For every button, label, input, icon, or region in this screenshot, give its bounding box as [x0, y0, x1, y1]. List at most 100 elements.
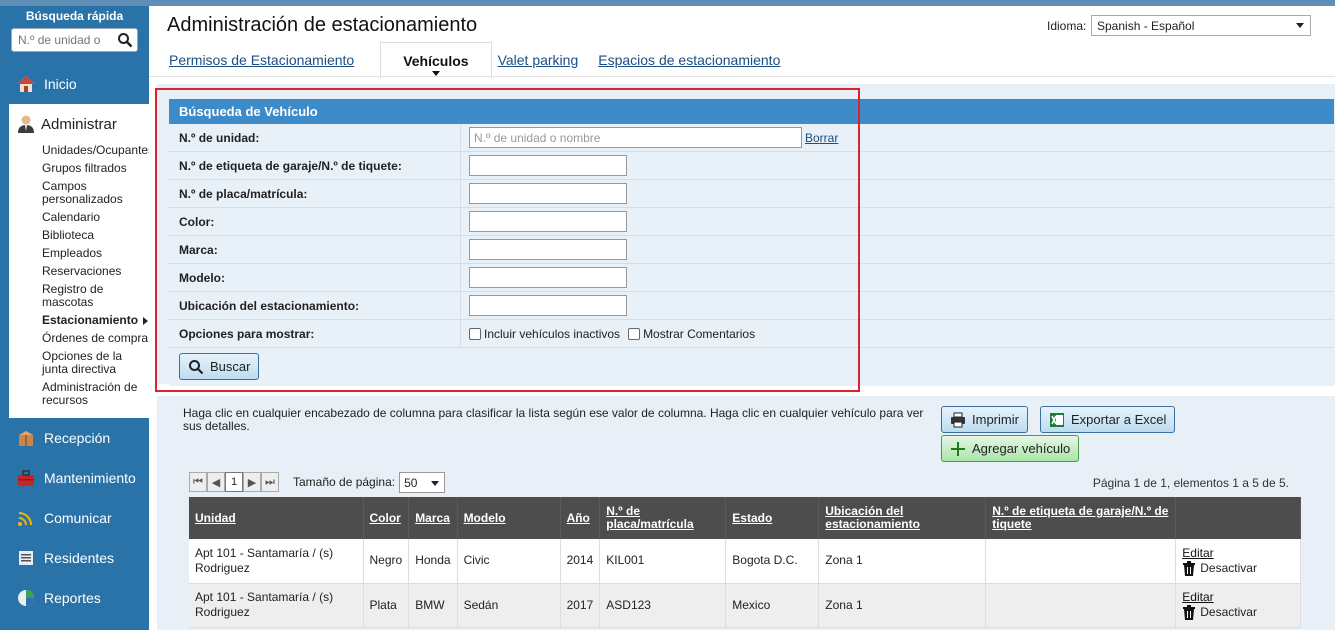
col-ubicacion[interactable]: Ubicación del estacionamiento	[818, 497, 987, 539]
tab-divider	[149, 76, 1335, 77]
page-size-select[interactable]: 50	[399, 471, 446, 493]
chevron-down-icon	[431, 480, 440, 486]
edit-link[interactable]: Editar	[1182, 546, 1294, 561]
vehicle-list-section: Haga clic en cualquier encabezado de col…	[157, 396, 1335, 630]
home-icon	[17, 76, 35, 92]
cell-actions: Editar Desactivar	[1175, 539, 1301, 584]
sidebar-item-estacionamiento[interactable]: Estacionamiento	[9, 314, 149, 327]
search-icon[interactable]	[117, 32, 133, 48]
nav-administrar[interactable]: Administrar	[9, 104, 149, 144]
language-value: Spanish - Español	[1097, 19, 1195, 33]
quick-search-title: Búsqueda rápida	[25, 9, 124, 23]
page-size-label: Tamaño de página:	[293, 475, 396, 489]
nav-reportes[interactable]: Reportes	[0, 578, 149, 618]
cell-unit: Apt 101 - Santamaría / (s) Rodriguez	[189, 583, 364, 628]
page-info: Página 1 de 1, elementos 1 a 5 de 5.	[1092, 476, 1289, 490]
trash-icon	[1183, 560, 1196, 576]
sidebar-item-recursos[interactable]: Administración de recursos	[9, 381, 149, 407]
chevron-down-icon	[1296, 23, 1304, 28]
cell-color: Plata	[363, 583, 410, 628]
col-modelo[interactable]: Modelo	[457, 497, 561, 539]
col-anio[interactable]: Año	[560, 497, 601, 539]
nav-mantenimiento-label: Mantenimiento	[44, 470, 136, 486]
tab-espacios[interactable]: Espacios de estacionamiento	[598, 42, 780, 77]
nav-mantenimiento[interactable]: Mantenimiento	[0, 458, 149, 498]
cell-state: Bogota D.C.	[725, 539, 820, 584]
tab-permisos[interactable]: Permisos de Estacionamiento	[169, 42, 354, 77]
col-etiqueta[interactable]: N.º de etiqueta de garaje/N.º de tiquete	[985, 497, 1177, 539]
sidebar-item-mascotas[interactable]: Registro de mascotas	[9, 283, 149, 309]
language-label: Idioma:	[1047, 19, 1087, 33]
vehicle-table: Unidad Color Marca Modelo Año N.º de pla…	[189, 497, 1301, 628]
sidebar: Búsqueda rápida Inicio Administrar Unida…	[0, 0, 154, 630]
col-placa[interactable]: N.º de placa/matrícula	[599, 497, 727, 539]
sidebar-item-campos[interactable]: Campos personalizados	[9, 180, 149, 206]
col-estado[interactable]: Estado	[725, 497, 820, 539]
cell-color: Negro	[363, 539, 410, 584]
sidebar-item-ordenes[interactable]: Órdenes de compra	[9, 332, 149, 345]
language-select[interactable]: Spanish - Español	[1091, 15, 1311, 36]
nav-residentes-label: Residentes	[44, 550, 115, 566]
tab-vehiculos[interactable]: Vehículos	[380, 42, 492, 78]
quick-search-input[interactable]	[12, 29, 112, 51]
first-page-button[interactable]: ⏮	[189, 472, 207, 492]
nav-comunicar[interactable]: Comunicar	[0, 498, 149, 538]
deactivate-button[interactable]: Desactivar	[1182, 560, 1294, 576]
admin-menu: Administrar Unidades/Ocupantes Grupos fi…	[9, 104, 154, 418]
export-excel-label: Exportar a Excel	[1071, 412, 1167, 427]
tab-valet[interactable]: Valet parking	[498, 42, 579, 77]
deactivate-label: Desactivar	[1200, 560, 1257, 575]
table-row[interactable]: Apt 101 - Santamaría / (s) Rodriguez Pla…	[189, 583, 1301, 628]
excel-icon	[1050, 412, 1064, 427]
highlight-box	[155, 88, 860, 392]
main-content: Administración de estacionamiento Idioma…	[149, 0, 1335, 630]
cell-unit: Apt 101 - Santamaría / (s) Rodriguez	[189, 539, 364, 584]
cell-brand: Honda	[408, 539, 458, 584]
cell-tag	[985, 539, 1177, 584]
sidebar-item-empleados[interactable]: Empleados	[9, 247, 149, 260]
sidebar-item-calendario[interactable]: Calendario	[9, 211, 149, 224]
col-color[interactable]: Color	[363, 497, 410, 539]
add-vehicle-button[interactable]: Agregar vehículo	[941, 435, 1080, 462]
quick-search-box	[11, 28, 138, 52]
sidebar-item-junta[interactable]: Opciones de la junta directiva	[9, 350, 149, 376]
sidebar-item-unidades[interactable]: Unidades/Ocupantes	[9, 144, 154, 157]
next-page-button[interactable]: ▶	[243, 472, 261, 492]
nav-recepcion[interactable]: Recepción	[0, 418, 149, 458]
table-header-row: Unidad Color Marca Modelo Año N.º de pla…	[189, 497, 1301, 539]
page-number[interactable]: 1	[225, 472, 243, 492]
toolbox-icon	[18, 470, 34, 486]
cell-location: Zona 1	[818, 539, 987, 584]
cell-model: Sedán	[457, 583, 561, 628]
nav-administrar-label: Administrar	[41, 115, 117, 133]
nav-reportes-label: Reportes	[44, 590, 101, 606]
print-button[interactable]: Imprimir	[941, 406, 1028, 433]
export-excel-button[interactable]: Exportar a Excel	[1040, 406, 1176, 433]
table-row[interactable]: Apt 101 - Santamaría / (s) Rodriguez Neg…	[189, 539, 1301, 584]
deactivate-button[interactable]: Desactivar	[1182, 605, 1294, 620]
cell-plate: ASD123	[599, 583, 727, 628]
page-size-value: 50	[404, 475, 418, 490]
list-hint: Haga clic en cualquier encabezado de col…	[183, 406, 924, 433]
package-icon	[19, 431, 33, 446]
cell-year: 2014	[560, 539, 601, 584]
cell-actions: Editar Desactivar	[1175, 583, 1301, 628]
nav-inicio[interactable]: Inicio	[0, 64, 149, 104]
cell-location: Zona 1	[818, 583, 987, 628]
cell-brand: BMW	[408, 583, 458, 628]
last-page-button[interactable]: ⏭	[261, 472, 279, 492]
prev-page-button[interactable]: ◀	[207, 472, 225, 492]
cell-plate: KIL001	[599, 539, 727, 584]
cell-model: Civic	[457, 539, 561, 584]
cell-state: Mexico	[725, 583, 820, 628]
col-actions	[1175, 497, 1301, 539]
edit-link[interactable]: Editar	[1182, 590, 1294, 605]
pager: ⏮ ◀ 1 ▶ ⏭ Tamaño de página: 50	[189, 471, 446, 493]
sidebar-item-biblioteca[interactable]: Biblioteca	[9, 229, 149, 242]
sidebar-item-grupos[interactable]: Grupos filtrados	[9, 162, 149, 175]
nav-residentes[interactable]: Residentes	[0, 538, 149, 578]
col-unidad[interactable]: Unidad	[189, 497, 364, 539]
sidebar-item-reservaciones[interactable]: Reservaciones	[9, 265, 149, 278]
residents-list-icon	[19, 551, 33, 565]
col-marca[interactable]: Marca	[408, 497, 458, 539]
